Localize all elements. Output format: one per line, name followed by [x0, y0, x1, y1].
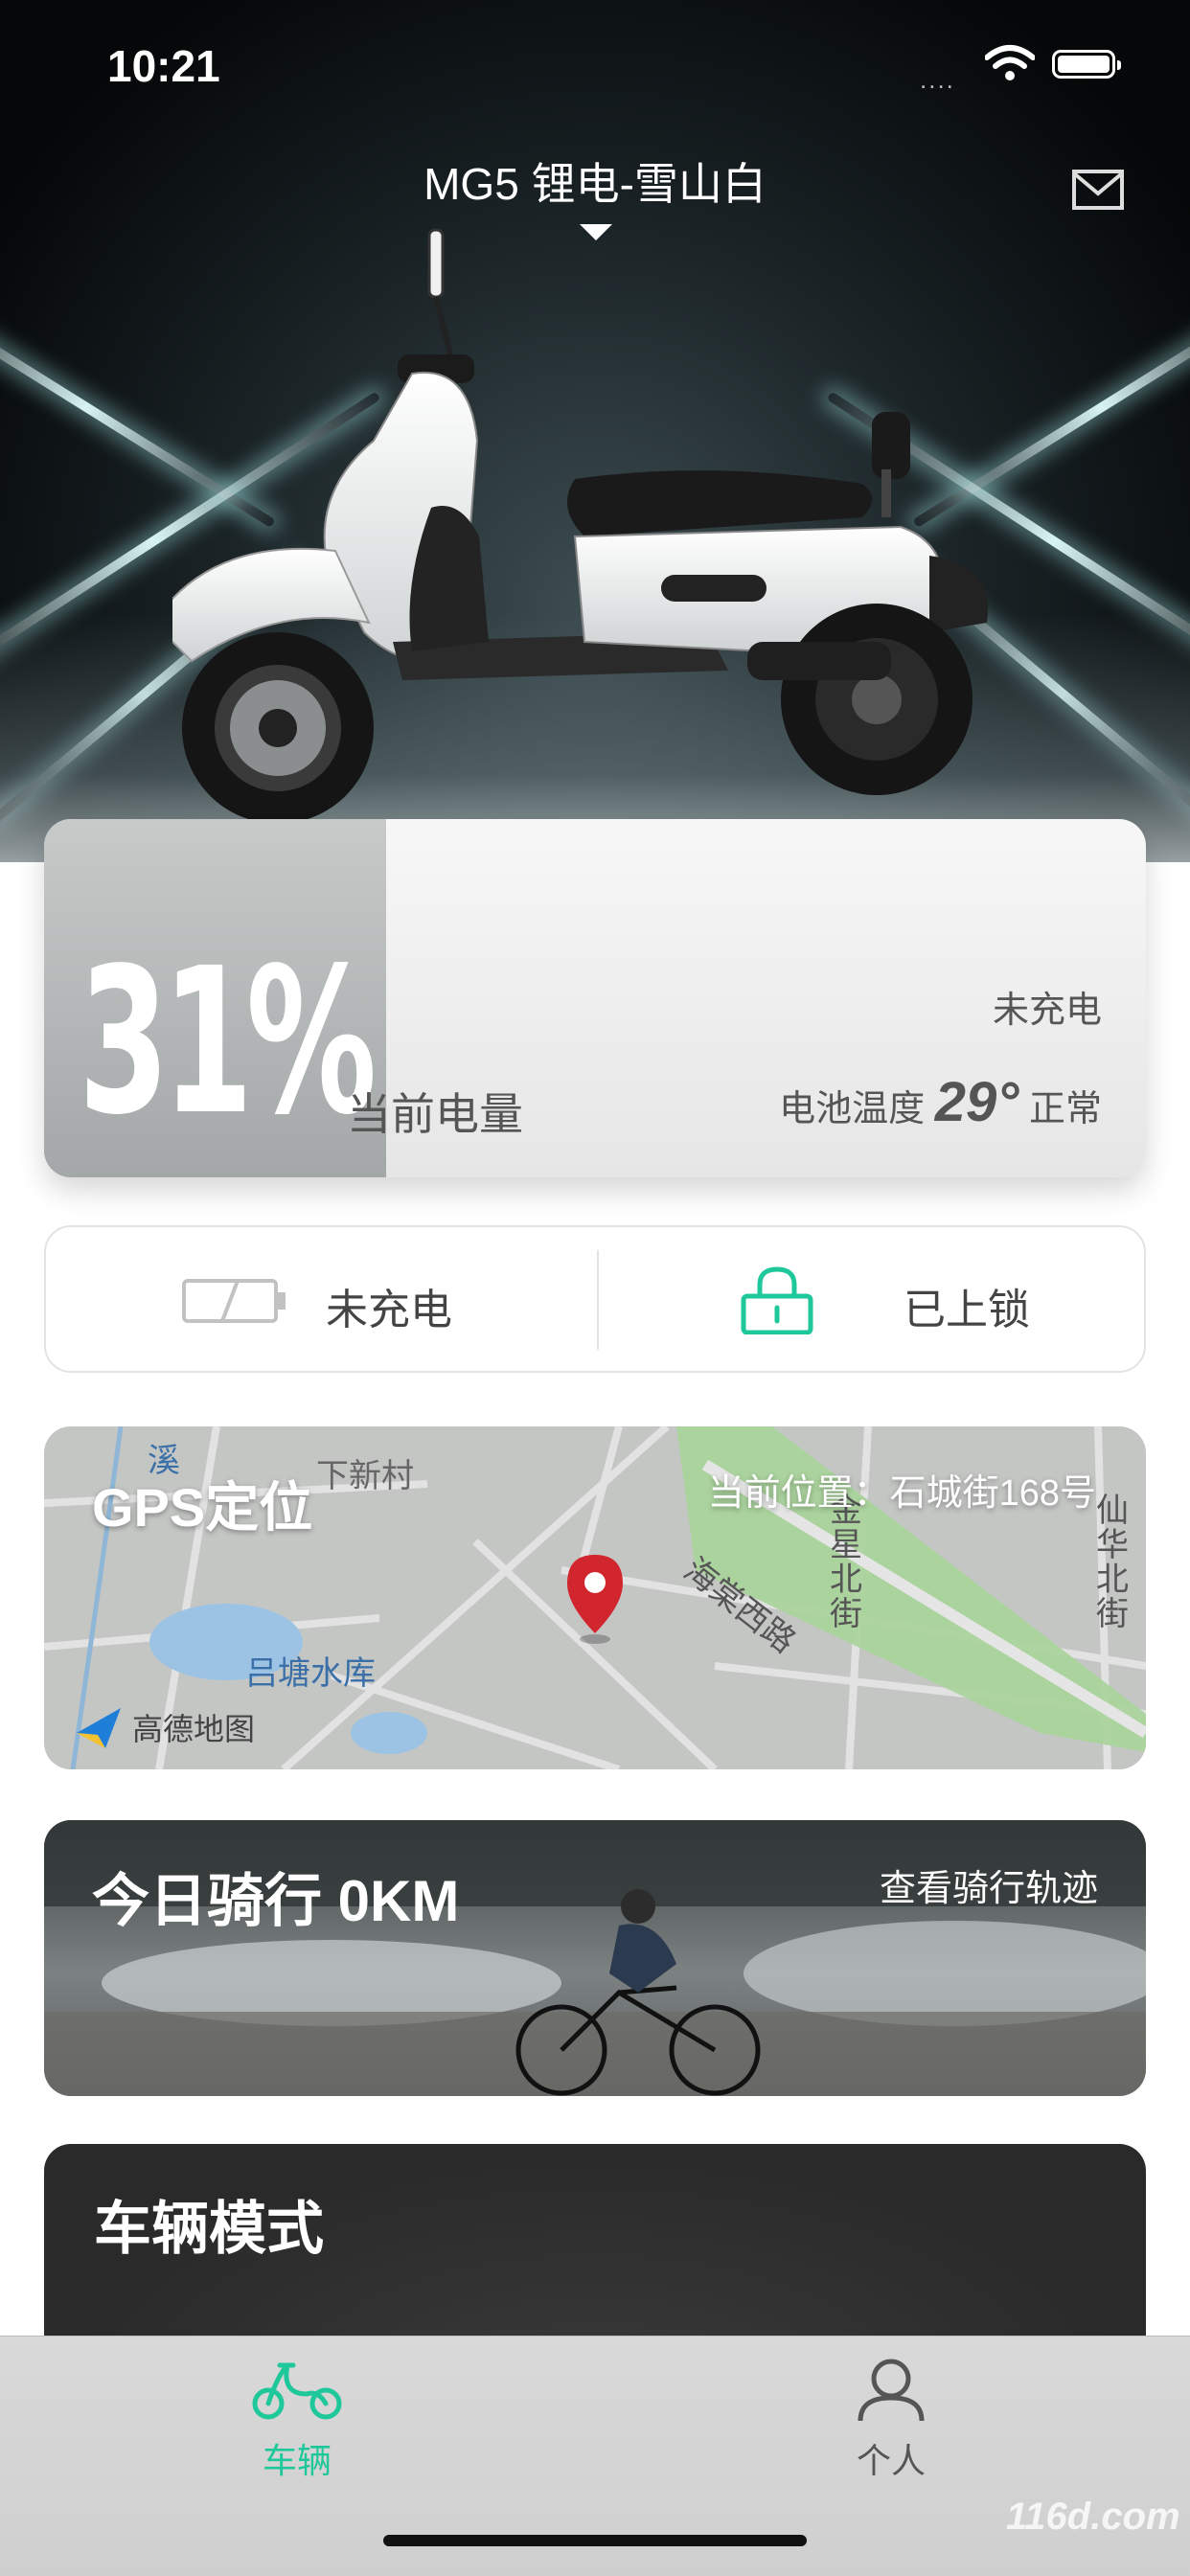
charge-status-text: 未充电	[992, 991, 1102, 1031]
tab-vehicle-label: 车辆	[262, 2441, 332, 2480]
gps-card[interactable]: 下新村 吕塘水库 海棠西路 金星北街 仙华北街 溪 高德地图 GPS定位 当前位…	[44, 1426, 1146, 1769]
caret-down-icon[interactable]	[580, 224, 612, 240]
lock-button[interactable]: 已上锁	[597, 1227, 1146, 1371]
map-label-xianhua: 仙华北街	[1096, 1493, 1129, 1632]
vehicle-selector[interactable]: MG5 锂电-雪山白	[0, 149, 1190, 213]
status-bar: 10:21 ....	[0, 36, 1190, 94]
watermark: 116d.com	[1006, 2496, 1180, 2538]
ride-card[interactable]: 今日骑行 0KM 查看骑行轨迹	[44, 1820, 1146, 2096]
map-label-xiaxincun: 下新村	[316, 1458, 414, 1494]
temp-value: 29°	[934, 1071, 1019, 1133]
temp-status: 正常	[1028, 1089, 1102, 1129]
status-time: 10:21	[107, 41, 220, 91]
lock-icon	[741, 1266, 813, 1334]
amap-logo-icon	[77, 1708, 121, 1748]
ride-title: 今日骑行 0KM	[92, 1869, 460, 1933]
mail-icon[interactable]	[1071, 169, 1125, 211]
battery-label: 当前电量	[347, 1089, 523, 1139]
tab-personal-label: 个人	[856, 2441, 926, 2480]
scooter-icon	[252, 2362, 342, 2420]
hero-banner: 10:21 .... MG5 锂电-雪山白	[0, 0, 1190, 862]
mode-title: 车辆模式	[94, 2197, 324, 2261]
battery-icon	[1052, 50, 1121, 79]
status-row: 未充电 已上锁	[44, 1225, 1146, 1373]
map-label-lvtang: 吕塘水库	[245, 1655, 376, 1692]
tab-personal[interactable]: 个人	[795, 2356, 987, 2483]
home-indicator[interactable]	[383, 2535, 807, 2546]
battery-outline-icon	[182, 1279, 286, 1323]
map-pin-icon	[567, 1555, 623, 1644]
map-provider-logo: 高德地图	[73, 1704, 255, 1750]
charge-status-button[interactable]: 未充电	[46, 1227, 595, 1371]
charge-label: 未充电	[326, 1287, 452, 1334]
battery-percent: 31%	[79, 924, 377, 1159]
vehicle-name: MG5 锂电-雪山白	[423, 159, 767, 209]
gps-location: 当前位置：石城街168号	[707, 1473, 1096, 1514]
wifi-icon	[985, 45, 1035, 80]
lock-label: 已上锁	[904, 1287, 1030, 1334]
battery-temp: 电池温度 29° 正常	[779, 1070, 1102, 1134]
gps-title: GPS定位	[92, 1477, 313, 1538]
person-icon	[858, 2359, 925, 2422]
temp-label: 电池温度	[779, 1089, 926, 1129]
scooter-image	[172, 228, 989, 824]
map-provider-label: 高德地图	[132, 1712, 256, 1746]
signal-icon: ....	[920, 65, 955, 94]
view-track-link[interactable]: 查看骑行轨迹	[880, 1858, 1098, 1911]
tab-vehicle[interactable]: 车辆	[201, 2356, 393, 2483]
battery-card: 31% 当前电量 未充电 电池温度 29° 正常	[44, 819, 1146, 1177]
